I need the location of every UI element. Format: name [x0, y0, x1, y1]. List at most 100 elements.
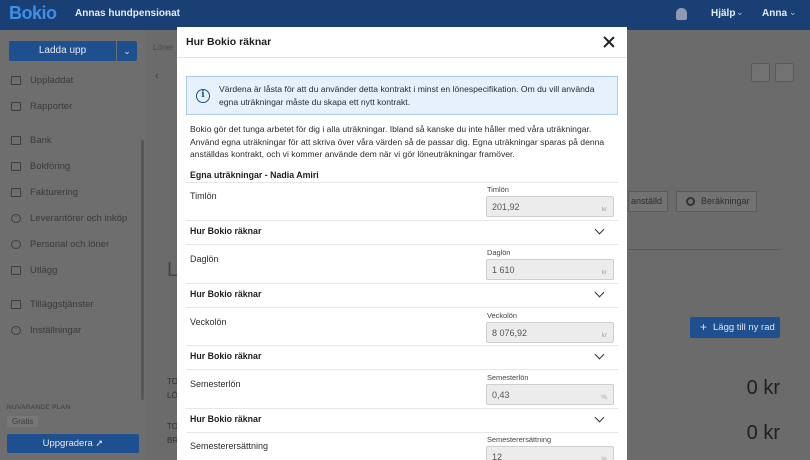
sidebar-item-label: Leverantörer och inköp [30, 212, 128, 224]
divider [186, 369, 618, 370]
info-text: Värdena är låsta för att du använder det… [219, 84, 595, 107]
chevron-down-icon[interactable] [594, 412, 605, 423]
field-value: 201,92 [492, 202, 520, 212]
field-value: 8 076,92 [492, 328, 528, 338]
sidebar-item-uppladdat[interactable]: Uppladdat [11, 73, 73, 87]
row-label-semesterlon: Semesterlön [190, 379, 241, 389]
sidebar-item-label: Bank [30, 134, 52, 146]
user-menu[interactable]: Anna [762, 8, 787, 19]
close-icon[interactable] [602, 35, 616, 49]
card-icon [11, 265, 21, 275]
book-icon [11, 161, 21, 171]
how-bokio-calculates-toggle[interactable]: Hur Bokio räknar [190, 226, 261, 236]
field-value: 1 610 [492, 265, 515, 275]
bank-icon [11, 135, 21, 145]
chevron-down-icon: ⌄ [163, 7, 171, 17]
total-value: 0 kr [746, 377, 780, 399]
back-arrow-icon[interactable]: ‹ [155, 70, 159, 82]
sidebar-item-personal[interactable]: Personal och löner [11, 237, 109, 251]
sidebar-item-installningar[interactable]: Inställningar [11, 323, 81, 337]
intro-text: Bokio gör det tunga arbetet för dig i al… [190, 124, 605, 159]
sidebar-item-label: Bokföring [30, 160, 71, 172]
calculations-button[interactable]: Beräkningar [676, 191, 757, 212]
chevron-down-icon[interactable] [594, 287, 605, 298]
divider [628, 249, 781, 250]
calculations-label: Beräkningar [701, 196, 750, 206]
bokio-logo[interactable]: Bokio [9, 3, 57, 24]
sidebar-item-fakturering[interactable]: Fakturering [11, 185, 78, 199]
company-switcher[interactable]: Annas hundpensionat ⌄ [75, 7, 180, 19]
people-icon [11, 239, 21, 249]
chevron-down-icon[interactable] [594, 224, 605, 235]
sidebar-item-utlagg[interactable]: Utlägg [11, 263, 57, 277]
rocket-icon: ➚ [95, 438, 104, 449]
sidebar-item-tillaggstjanster[interactable]: Tilläggstjänster [11, 297, 94, 311]
field-label-veckolon: Veckolön [487, 311, 517, 320]
employee-button[interactable]: anställd [628, 191, 668, 212]
sidebar-item-label: Personal och löner [30, 238, 110, 250]
how-bokio-calculates-toggle[interactable]: Hur Bokio räknar [190, 351, 261, 361]
add-row-label: Lägg till ny rad [713, 322, 775, 333]
sidebar-scrollbar[interactable] [141, 140, 144, 400]
folder-icon [11, 75, 21, 85]
field-label-semesterersattning: Semesterersättning [487, 435, 552, 444]
upgrade-button[interactable]: Uppgradera ➚ [7, 434, 139, 453]
add-row-button[interactable]: + Lägg till ny rad [690, 317, 780, 338]
plan-badge: Gratis [7, 416, 39, 427]
sidebar-item-label: Inställningar [30, 324, 82, 336]
modal-header: Hur Bokio räknar [177, 27, 627, 58]
plus-icon: + [700, 320, 708, 334]
sidebar-item-label: Utlägg [30, 264, 58, 276]
help-menu[interactable]: Hjälp [711, 8, 735, 19]
chevron-down-icon[interactable] [594, 349, 605, 360]
gear-icon [686, 197, 695, 206]
field-unit: % [601, 456, 607, 460]
timlon-field: 201,92 kr [486, 196, 614, 217]
field-unit: % [601, 394, 607, 401]
field-label-timlon: Timlön [487, 185, 509, 194]
sidebar-item-label: Rapporter [30, 100, 73, 112]
sidebar-item-label: Tilläggstjänster [30, 298, 94, 310]
field-value: 0,43 [492, 390, 510, 400]
semesterersattning-field: 12% [486, 446, 614, 460]
semesterlon-field: 0,43% [486, 384, 614, 405]
divider [186, 307, 618, 308]
bell-icon[interactable] [676, 8, 687, 20]
how-bokio-calculates-toggle[interactable]: Hur Bokio räknar [190, 414, 261, 424]
plan-caption: NUVARANDE PLAN [7, 404, 71, 411]
field-label-semesterlon: Semesterlön [487, 373, 529, 382]
chevron-down-icon: ⌄ [123, 46, 131, 56]
gear-icon [11, 325, 21, 335]
row-label-timlon: Timlön [190, 191, 217, 201]
divider [186, 408, 618, 409]
info-banner: i Värdena är låsta för att du använder d… [186, 76, 618, 115]
row-label-veckolon: Veckolön [190, 317, 227, 327]
upload-dropdown-button[interactable]: ⌄ [117, 41, 137, 61]
sidebar-item-label: Uppladdat [30, 74, 74, 86]
top-bar: Bokio Annas hundpensionat ⌄ Hjälp ⌄ Anna… [0, 0, 810, 30]
veckolon-field: 8 076,92 kr [486, 322, 614, 343]
how-bokio-calculates-toggle[interactable]: Hur Bokio räknar [190, 289, 261, 299]
sidebar-item-bank[interactable]: Bank [11, 133, 52, 147]
chevron-down-icon: ⌄ [789, 7, 797, 17]
breadcrumb[interactable]: Löner [153, 43, 173, 52]
section-title: Egna uträkningar - Nadia Amiri [190, 170, 319, 180]
sidebar-item-bokforing[interactable]: Bokföring [11, 159, 70, 173]
pdf-icon[interactable] [751, 63, 770, 82]
divider [186, 244, 618, 245]
upload-button[interactable]: Ladda upp [9, 41, 116, 61]
field-label-daglon: Daglön [487, 248, 511, 257]
field-unit: kr [601, 269, 607, 276]
sidebar-item-leverantorer[interactable]: Leverantörer och inköp [11, 211, 127, 225]
trash-icon[interactable] [775, 63, 794, 82]
daglon-field: 1 610 kr [486, 259, 614, 280]
info-icon: i [196, 89, 210, 103]
calculation-modal: Hur Bokio räknar i Värdena är låsta för … [177, 27, 627, 460]
divider [186, 220, 618, 221]
chart-icon [11, 101, 21, 111]
addon-icon [11, 299, 21, 309]
sidebar-item-rapporter[interactable]: Rapporter [11, 99, 72, 113]
supplier-icon [11, 213, 21, 223]
row-label-semesterersattning: Semesterersättning [190, 441, 269, 451]
chevron-down-icon: ⌄ [736, 7, 744, 17]
